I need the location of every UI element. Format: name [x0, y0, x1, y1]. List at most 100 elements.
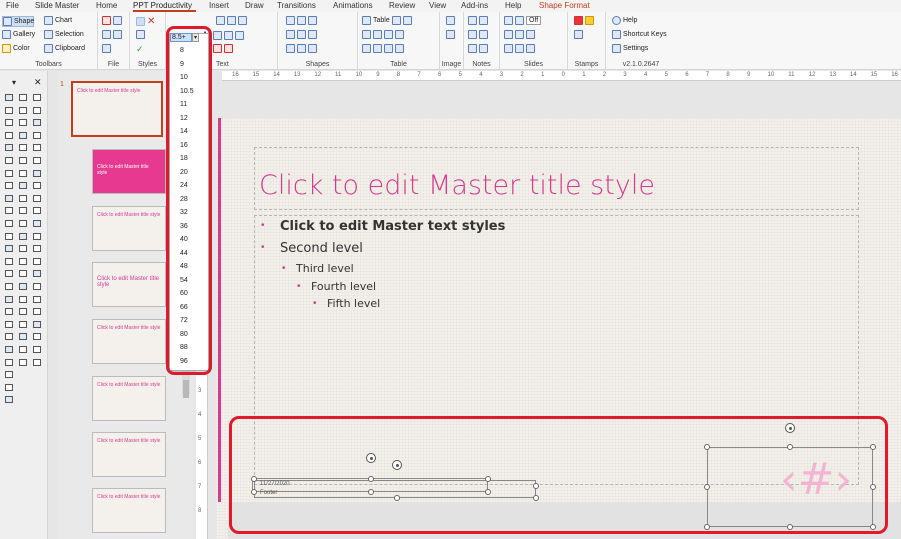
- shape-tool-icon[interactable]: [33, 308, 41, 316]
- shape-tool-icon[interactable]: [33, 270, 41, 278]
- shape-tool-icon[interactable]: [19, 119, 27, 127]
- shape-tool-icon[interactable]: [33, 257, 41, 265]
- styles-copy-button[interactable]: [136, 30, 145, 39]
- layout-thumbnail-7[interactable]: Click to edit Master title style: [92, 488, 166, 533]
- clipboard-button[interactable]: Clipboard: [44, 44, 85, 53]
- styles-apply-button[interactable]: ✕: [136, 16, 155, 27]
- layout-thumbnail-2[interactable]: Click to edit Master title style: [92, 206, 166, 251]
- shape-tool-icon[interactable]: [5, 371, 13, 379]
- shape-tool-icon[interactable]: [5, 182, 13, 190]
- shape-tool-icon[interactable]: [19, 169, 27, 177]
- shape-tool-icon[interactable]: [33, 169, 41, 177]
- color-button[interactable]: Color: [2, 44, 30, 53]
- shape-tool-icon[interactable]: [33, 220, 41, 227]
- text-level-2[interactable]: Second level: [280, 241, 363, 256]
- shape-tool-icon[interactable]: [5, 144, 13, 152]
- layout-thumbnail-5[interactable]: Click to edit Master title style: [92, 376, 166, 421]
- shape-tool-icon[interactable]: [5, 245, 13, 253]
- shape-tool-icon[interactable]: [33, 106, 41, 114]
- shape-tool-icon[interactable]: [5, 207, 13, 215]
- shape-tool-icon[interactable]: [5, 220, 13, 227]
- image-crop-button[interactable]: [446, 16, 455, 25]
- menu-addins[interactable]: Add-ins: [461, 1, 488, 10]
- shape-tool-icon[interactable]: [5, 94, 13, 101]
- text-level-5[interactable]: Fifth level: [327, 297, 380, 310]
- shape-tool-icon[interactable]: [33, 295, 41, 303]
- help-button[interactable]: Help: [612, 16, 637, 25]
- shape-tool-icon[interactable]: [5, 308, 13, 316]
- image-resize-button[interactable]: [446, 30, 455, 39]
- shape-tool-icon[interactable]: [33, 346, 41, 353]
- shape-tool-icon[interactable]: [19, 257, 27, 265]
- shape-tool-icon[interactable]: [33, 320, 41, 328]
- shape-tool-icon[interactable]: [5, 232, 13, 240]
- layout-thumbnail-4[interactable]: Click to edit Master title style: [92, 319, 166, 364]
- shape-tool-icon[interactable]: [5, 320, 13, 328]
- menu-shape-format[interactable]: Shape Format: [539, 1, 590, 10]
- shape-tool-icon[interactable]: [5, 383, 13, 391]
- menu-insert[interactable]: Insert: [209, 1, 229, 10]
- shape-tool-icon[interactable]: [19, 245, 27, 253]
- shape-tool-icon[interactable]: [33, 283, 41, 290]
- shape-toolbar-button[interactable]: Shape: [2, 16, 34, 27]
- align-left-button[interactable]: [216, 16, 247, 25]
- text-level-1[interactable]: Click to edit Master text styles: [280, 219, 505, 234]
- shape-tool-icon[interactable]: [5, 257, 13, 265]
- shape-tool-icon[interactable]: [19, 232, 27, 240]
- text-level-4[interactable]: Fourth level: [311, 280, 376, 293]
- shape-tool-icon[interactable]: [19, 346, 27, 353]
- chevron-down-icon[interactable]: ▾: [12, 78, 16, 87]
- shape-tool-icon[interactable]: [33, 157, 41, 164]
- layout-thumbnail-6[interactable]: Click to edit Master title style: [92, 432, 166, 477]
- styles-check-button[interactable]: ✓: [136, 44, 144, 55]
- menu-home[interactable]: Home: [96, 1, 117, 10]
- shape-tool-icon[interactable]: [19, 333, 27, 341]
- slides-button-1[interactable]: Off: [504, 16, 542, 25]
- shape-tool-icon[interactable]: [5, 333, 13, 341]
- shape-tool-icon[interactable]: [19, 106, 27, 114]
- shape-tool-icon[interactable]: [5, 396, 13, 404]
- file-export-button[interactable]: [102, 30, 122, 39]
- shape-tool-icon[interactable]: [19, 308, 27, 316]
- table-button[interactable]: Table: [362, 16, 412, 25]
- shape-tool-icon[interactable]: [19, 157, 27, 164]
- menu-transitions[interactable]: Transitions: [277, 1, 316, 10]
- shape-tool-icon[interactable]: [19, 270, 27, 278]
- shape-tool-icon[interactable]: [33, 358, 41, 366]
- thumbnail-scrollbar-thumb[interactable]: [183, 380, 189, 398]
- menu-help[interactable]: Help: [505, 1, 521, 10]
- shape-tool-icon[interactable]: [33, 131, 41, 139]
- chart-button[interactable]: Chart: [44, 16, 72, 25]
- shape-tool-icon[interactable]: [19, 94, 27, 101]
- shape-tool-icon[interactable]: [5, 270, 13, 278]
- shape-tool-icon[interactable]: [33, 232, 41, 240]
- shape-tool-icon[interactable]: [33, 94, 41, 101]
- selection-button[interactable]: Selection: [44, 30, 84, 39]
- shape-tool-icon[interactable]: [5, 131, 13, 139]
- gallery-button[interactable]: Gallery: [2, 30, 35, 39]
- stamp-button-2[interactable]: [574, 30, 583, 39]
- shape-tool-icon[interactable]: [19, 320, 27, 328]
- shortcut-keys-button[interactable]: Shortcut Keys: [612, 30, 667, 39]
- menu-ppt-productivity[interactable]: PPT Productivity: [133, 1, 192, 10]
- table-format-button[interactable]: [362, 30, 404, 39]
- table-layout-button[interactable]: [362, 44, 404, 53]
- stamp-button-1[interactable]: [574, 16, 594, 25]
- shape-tool-icon[interactable]: [5, 119, 13, 127]
- notes-button-3[interactable]: [468, 44, 488, 53]
- shape-tool-icon[interactable]: [33, 144, 41, 152]
- menu-draw[interactable]: Draw: [245, 1, 264, 10]
- shape-tool-icon[interactable]: [5, 106, 13, 114]
- shape-tool-icon[interactable]: [5, 169, 13, 177]
- layout-thumbnail-1[interactable]: Click to edit Master title style: [92, 149, 166, 194]
- menu-review[interactable]: Review: [389, 1, 415, 10]
- shape-tool-icon[interactable]: [33, 119, 41, 127]
- menu-view[interactable]: View: [429, 1, 446, 10]
- master-thumbnail[interactable]: Click to edit Master title style: [71, 81, 163, 137]
- shape-tool-icon[interactable]: [5, 283, 13, 290]
- menu-file[interactable]: File: [6, 1, 19, 10]
- shape-tool-icon[interactable]: [5, 346, 13, 353]
- shape-tool-icon[interactable]: [19, 283, 27, 290]
- notes-button-1[interactable]: [468, 16, 488, 25]
- shape-tool-icon[interactable]: [19, 144, 27, 152]
